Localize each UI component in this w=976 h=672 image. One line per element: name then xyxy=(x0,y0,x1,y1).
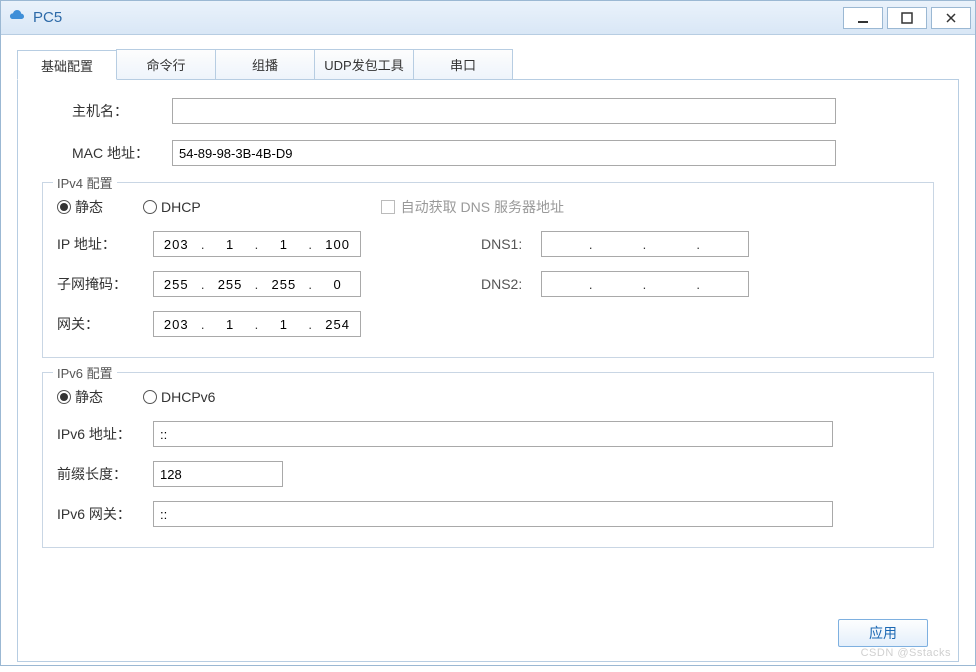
close-button[interactable] xyxy=(931,7,971,29)
window-title: PC5 xyxy=(33,9,843,26)
ipv4-fieldset: IPv4 配置 静态 DHCP 自动获取 DNS 服务器地址 IP 地址： 20… xyxy=(42,182,934,358)
gateway-label: 网关： xyxy=(57,314,153,334)
checkbox-icon xyxy=(381,200,395,214)
window-controls xyxy=(843,7,971,29)
tab-serial[interactable]: 串口 xyxy=(413,49,513,79)
ip-input[interactable]: 203. 1. 1. 100 xyxy=(153,231,361,257)
ipv6-radio-dhcpv6[interactable]: DHCPv6 xyxy=(143,389,215,405)
ipv4-legend: IPv4 配置 xyxy=(53,173,117,192)
tabbar: 基础配置 命令行 组播 UDP发包工具 串口 xyxy=(17,49,959,80)
ipv4-radio-dhcp[interactable]: DHCP xyxy=(143,199,201,215)
panel-basic-config: 主机名： MAC 地址： IPv4 配置 静态 DHCP 自动获取 DNS 服务… xyxy=(17,80,959,662)
hostname-input[interactable] xyxy=(172,98,836,124)
ipv6-legend: IPv6 配置 xyxy=(53,363,117,382)
tab-cli[interactable]: 命令行 xyxy=(116,49,216,79)
ipv6-prefix-label: 前缀长度： xyxy=(57,464,153,484)
tab-udp-tool[interactable]: UDP发包工具 xyxy=(314,49,414,79)
mac-input[interactable] xyxy=(172,140,836,166)
ipv6-fieldset: IPv6 配置 静态 DHCPv6 IPv6 地址： 前缀长度： IPv6 网关… xyxy=(42,372,934,548)
mask-label: 子网掩码： xyxy=(57,274,153,294)
ipv6-gw-input[interactable] xyxy=(153,501,833,527)
ip-label: IP 地址： xyxy=(57,234,153,254)
ipv6-radio-static[interactable]: 静态 xyxy=(57,387,103,407)
ipv4-radio-static[interactable]: 静态 xyxy=(57,197,103,217)
tab-basic-config[interactable]: 基础配置 xyxy=(17,50,117,80)
content-area: 基础配置 命令行 组播 UDP发包工具 串口 主机名： MAC 地址： IPv4… xyxy=(1,35,975,672)
mac-label: MAC 地址： xyxy=(72,143,172,163)
ipv6-prefix-input[interactable] xyxy=(153,461,283,487)
app-logo-icon xyxy=(9,9,27,27)
dns2-input[interactable]: . . . xyxy=(541,271,749,297)
dns1-label: DNS1: xyxy=(481,236,541,252)
radio-unchecked-icon xyxy=(143,200,157,214)
watermark-text: CSDN @Sstacks xyxy=(861,647,951,659)
radio-checked-icon xyxy=(57,390,71,404)
ipv6-gw-label: IPv6 网关： xyxy=(57,504,153,524)
radio-checked-icon xyxy=(57,200,71,214)
ipv6-addr-input[interactable] xyxy=(153,421,833,447)
hostname-label: 主机名： xyxy=(72,101,172,121)
radio-unchecked-icon xyxy=(143,390,157,404)
ipv6-addr-label: IPv6 地址： xyxy=(57,424,153,444)
dns2-label: DNS2: xyxy=(481,276,541,292)
auto-dns-checkbox[interactable]: 自动获取 DNS 服务器地址 xyxy=(381,197,564,217)
maximize-button[interactable] xyxy=(887,7,927,29)
mask-input[interactable]: 255. 255. 255. 0 xyxy=(153,271,361,297)
minimize-button[interactable] xyxy=(843,7,883,29)
apply-button[interactable]: 应用 xyxy=(838,619,928,647)
app-window: PC5 基础配置 命令行 组播 UDP发包工具 串口 主机名： MAC 地址： xyxy=(0,0,976,666)
gateway-input[interactable]: 203. 1. 1. 254 xyxy=(153,311,361,337)
titlebar: PC5 xyxy=(1,1,975,35)
dns1-input[interactable]: . . . xyxy=(541,231,749,257)
tab-multicast[interactable]: 组播 xyxy=(215,49,315,79)
